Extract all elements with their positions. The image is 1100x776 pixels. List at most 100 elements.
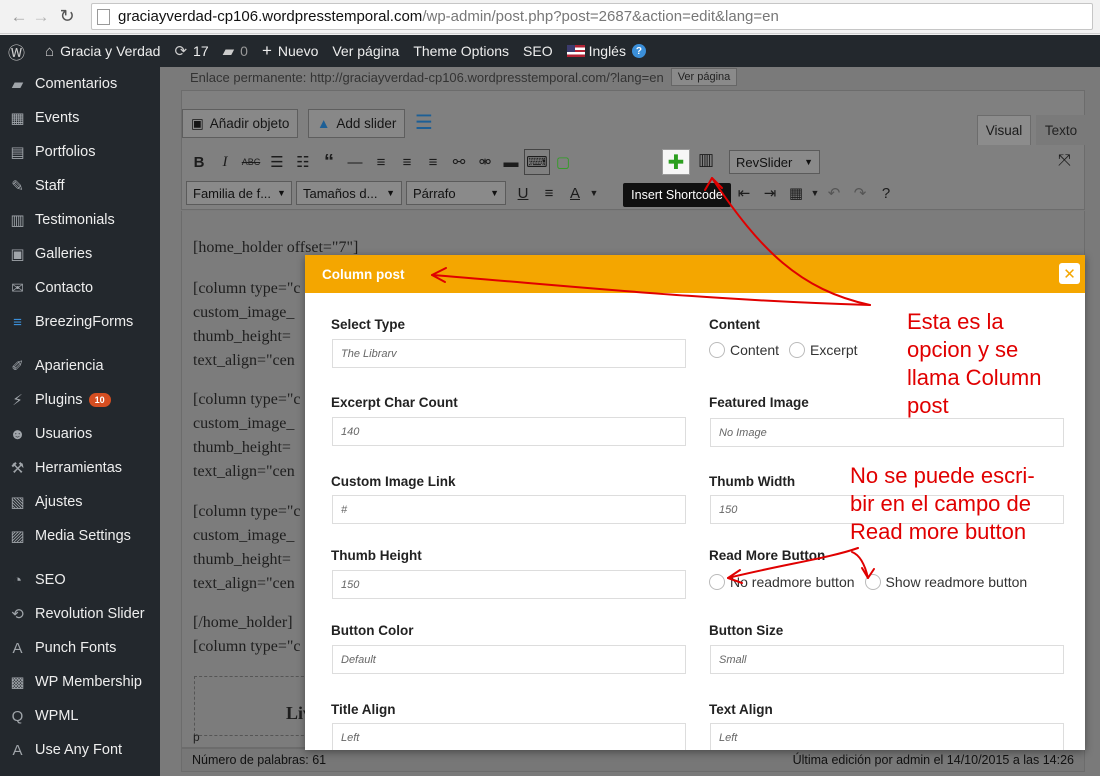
pin-icon: ✎ [11, 178, 24, 195]
bold-icon[interactable]: B [186, 149, 212, 175]
align-left-icon[interactable]: ≡ [368, 149, 394, 175]
mail-icon: ✉ [11, 280, 24, 297]
font-size-select[interactable]: Tamaños d... ▼ [296, 181, 402, 205]
calendar-icon: ▦ [10, 110, 25, 127]
close-icon[interactable]: ✕ [1059, 263, 1080, 284]
back-arrow-icon[interactable]: ← [8, 6, 30, 28]
updates-link[interactable]: ⟳ 17 [167, 35, 215, 67]
read-more-icon[interactable]: ▬ [498, 149, 524, 175]
italic-icon[interactable]: I [212, 149, 238, 175]
sidebar-item-wpml[interactable]: Q WPML [0, 699, 160, 733]
sidebar-item-media-settings[interactable]: ▨ Media Settings [0, 519, 160, 553]
layers-icon[interactable]: ☰ [415, 110, 433, 135]
undo-icon[interactable]: ↶ [821, 180, 847, 206]
sidebar-item-apariencia[interactable]: ✐ Apariencia [0, 349, 160, 383]
comments-link[interactable]: ▰ 0 [216, 35, 255, 67]
sidebar-item-revolution-slider[interactable]: ⟲ Revolution Slider [0, 597, 160, 631]
font-family-select[interactable]: Familia de f... ▼ [186, 181, 292, 205]
excerpt-radio[interactable] [789, 342, 806, 358]
comment-icon: ▰ [11, 76, 24, 93]
shortcode-line: [column type="c [193, 503, 301, 520]
text-color-icon[interactable]: A [562, 180, 588, 206]
seo-icon: ◔ [12, 571, 23, 589]
bullet-list-icon[interactable]: ☰ [264, 149, 290, 175]
sidebar-item-staff[interactable]: ✎ Staff [0, 169, 160, 203]
keyboard-icon[interactable]: ⌨ [524, 149, 550, 175]
sidebar-item-events[interactable]: ▦ Events [0, 101, 160, 135]
modal-header: Column post ✕ [305, 255, 1085, 293]
sidebar-item-use-any-font[interactable]: A Use Any Font [0, 733, 160, 767]
show-readmore-radio[interactable] [864, 574, 881, 590]
add-media-button[interactable]: ▣ Añadir objeto [182, 109, 299, 138]
strikethrough-icon[interactable]: ABC [238, 149, 264, 175]
reload-icon[interactable]: ↻ [56, 6, 78, 28]
new-content-link[interactable]: + Nuevo [255, 35, 325, 67]
sidebar-item-contacto[interactable]: ✉ Contacto [0, 271, 160, 305]
sidebar-item-comentarios[interactable]: ▰ Comentarios [0, 67, 160, 101]
featured-image-label: Featured Image [709, 395, 809, 410]
unlink-icon[interactable]: ⚮ [472, 149, 498, 175]
select-type-field[interactable]: The Librarv [332, 339, 686, 368]
last-edit: Última edición por admin el 14/10/2015 a… [792, 753, 1074, 767]
format-select[interactable]: Párrafo ▼ [406, 181, 506, 205]
align-right-icon[interactable]: ≡ [420, 149, 446, 175]
title-align-field[interactable]: Left [332, 723, 686, 750]
excerpt-count-field[interactable]: 140 [332, 417, 686, 446]
featured-image-field[interactable]: No Image [710, 418, 1064, 447]
sidebar-item-wp-membership[interactable]: ▩ WP Membership [0, 665, 160, 699]
insert-shortcode-button[interactable]: ✚ [662, 149, 690, 175]
sidebar-item-testimonials[interactable]: ▥ Testimonials [0, 203, 160, 237]
address-bar[interactable]: graciayverdad-cp106.wordpresstemporal.co… [91, 3, 1093, 30]
browser-toolbar: ← → ↻ graciayverdad-cp106.wordpresstempo… [0, 0, 1100, 34]
sidebar-item-usuarios[interactable]: ☻ Usuarios [0, 417, 160, 451]
site-name-link[interactable]: ⌂ Gracia y Verdad [38, 35, 167, 67]
chevron-down-icon[interactable]: ▼ [588, 180, 600, 206]
button-size-field[interactable]: Small [710, 645, 1064, 674]
numbered-list-icon[interactable]: ☷ [290, 149, 316, 175]
view-page-button[interactable]: Ver página [670, 68, 738, 86]
select-type-label: Select Type [331, 317, 406, 332]
comment-icon: ▰ [222, 43, 235, 60]
table-icon[interactable]: ▦ [783, 180, 809, 206]
chevron-down-icon: ▼ [490, 188, 499, 198]
wordpress-logo[interactable]: Ⓦ [0, 35, 38, 67]
revslider-select[interactable]: RevSlider ▼ [729, 150, 820, 174]
content-radio[interactable] [709, 342, 725, 358]
align-center-icon[interactable]: ≡ [394, 149, 420, 175]
chevron-down-icon[interactable]: ▼ [809, 180, 821, 206]
blockquote-icon[interactable]: “ [316, 149, 342, 175]
button-color-field[interactable]: Default [332, 645, 686, 674]
thumb-height-field[interactable]: 150 [332, 570, 686, 599]
justify-icon[interactable]: ≡ [536, 180, 562, 206]
tab-visual[interactable]: Visual [977, 115, 1031, 145]
sidebar-item-punch-fonts[interactable]: A Punch Fonts [0, 631, 160, 665]
sidebar-item-breezingforms[interactable]: ≡ BreezingForms [0, 305, 160, 339]
forward-arrow-icon[interactable]: → [30, 6, 52, 28]
redo-icon[interactable]: ↷ [847, 180, 873, 206]
no-readmore-radio[interactable] [709, 574, 725, 590]
sidebar-item-herramientas[interactable]: ⚒ Herramientas [0, 451, 160, 485]
sidebar-item-galleries[interactable]: ▣ Galleries [0, 237, 160, 271]
outdent-icon[interactable]: ⇤ [731, 180, 757, 206]
view-page-link[interactable]: Ver página [325, 35, 406, 67]
horizontal-rule-icon[interactable]: — [342, 149, 368, 175]
fullscreen-icon[interactable]: ⤧ [1058, 152, 1071, 170]
custom-link-field[interactable]: # [332, 495, 686, 524]
seo-link[interactable]: SEO [516, 35, 560, 67]
underline-icon[interactable]: U [510, 180, 536, 206]
help-icon[interactable]: ? [873, 180, 899, 206]
theme-options-link[interactable]: Theme Options [406, 35, 516, 67]
sidebar-item-portfolios[interactable]: ▤ Portfolios [0, 135, 160, 169]
link-icon[interactable]: ⚯ [446, 149, 472, 175]
sidebar-item-seo[interactable]: ◔ SEO [0, 563, 160, 597]
add-element-icon[interactable]: ▢ [550, 149, 576, 175]
columns-icon[interactable]: ▥ [698, 150, 714, 170]
title-align-label: Title Align [331, 702, 396, 717]
indent-icon[interactable]: ⇥ [757, 180, 783, 206]
add-slider-button[interactable]: ▲ Add slider [308, 109, 406, 138]
sidebar-item-plugins[interactable]: ⚡ Plugins 10 [0, 383, 160, 417]
language-switcher[interactable]: Inglés? [560, 35, 653, 67]
text-align-field[interactable]: Left [710, 723, 1064, 750]
tab-text[interactable]: Texto [1036, 115, 1086, 145]
sidebar-item-ajustes[interactable]: ▧ Ajustes [0, 485, 160, 519]
